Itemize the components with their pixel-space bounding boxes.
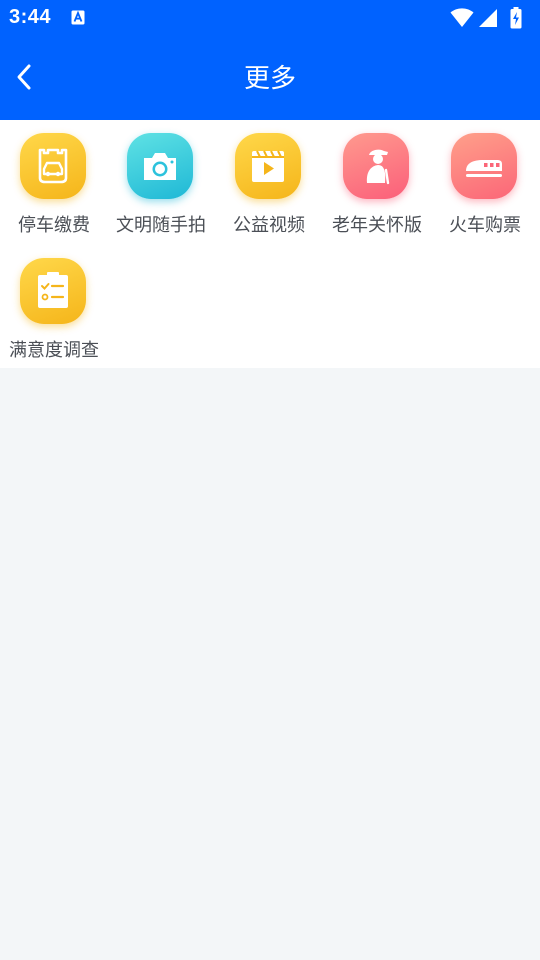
page-title: 更多 [243, 64, 296, 94]
parking-pay-icon [20, 133, 86, 199]
grid-item-parking-pay[interactable]: 停车缴费 [0, 120, 108, 238]
grid-item-label: 满意度调查 [9, 340, 99, 361]
status-icons [450, 7, 530, 29]
feature-grid: 停车缴费 文明随手拍 公益视频 老年关怀版 火车购票 满意度调查 [0, 120, 540, 368]
status-time: 3:44 [9, 6, 52, 28]
video-play-icon [235, 133, 301, 199]
battery-charging-icon [510, 7, 522, 29]
grid-item-public-video[interactable]: 公益视频 [215, 120, 323, 238]
grid-item-train-ticket[interactable]: 火车购票 [431, 120, 539, 238]
a-notification-icon [71, 10, 85, 25]
status-bar: 3:44 [0, 0, 540, 36]
back-button[interactable] [6, 56, 50, 100]
app-bar: 更多 [0, 36, 540, 120]
grid-item-civil-snapshot[interactable]: 文明随手拍 [107, 120, 215, 238]
wifi-icon [450, 8, 474, 27]
grid-item-satisfaction-survey[interactable]: 满意度调查 [0, 245, 108, 363]
grid-item-label: 火车购票 [449, 215, 521, 236]
survey-clipboard-icon [20, 258, 86, 324]
camera-icon [127, 133, 193, 199]
signal-icon [479, 9, 497, 27]
back-arrow-icon [17, 64, 31, 90]
train-icon [451, 133, 517, 199]
grid-item-elderly-mode[interactable]: 老年关怀版 [323, 120, 431, 238]
elderly-icon [343, 133, 409, 199]
